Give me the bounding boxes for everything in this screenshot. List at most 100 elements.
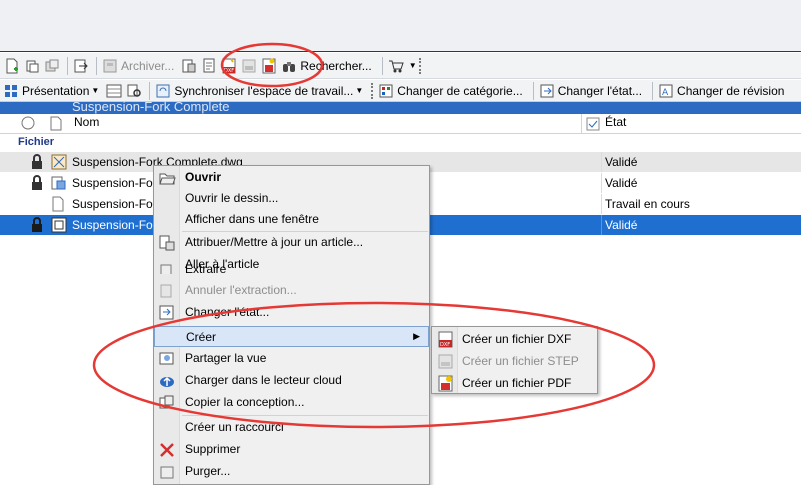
document-file-icon xyxy=(52,196,64,215)
undo-checkout-icon xyxy=(158,282,176,300)
create-dxf-icon[interactable]: DXF xyxy=(220,57,238,75)
menu-item-assign-item[interactable]: Attribuer/Mettre à jour un article... xyxy=(154,232,429,253)
cloud-upload-icon xyxy=(158,372,176,390)
create-pdf-icon[interactable] xyxy=(260,57,278,75)
delete-icon xyxy=(158,441,176,459)
column-divider xyxy=(581,114,582,134)
toolbar-separator xyxy=(67,56,68,75)
file-type-column-icon[interactable] xyxy=(50,116,62,134)
change-state-button[interactable]: Changer l'état... xyxy=(558,84,642,98)
presentation-dropdown[interactable]: Présentation ▼ xyxy=(22,84,99,98)
change-category-button[interactable]: Changer de catégorie... xyxy=(397,84,522,98)
menu-item-label: Charger dans le lecteur cloud xyxy=(185,373,342,387)
menu-item-label: Créer un raccourci xyxy=(185,420,284,434)
move-icon[interactable] xyxy=(72,57,90,75)
open-folder-icon xyxy=(158,169,176,187)
row-state: Validé xyxy=(605,176,638,190)
sync-workspace-icon xyxy=(154,82,172,100)
column-divider xyxy=(601,215,602,235)
lock-icon xyxy=(30,217,44,236)
menu-item-open-drawing[interactable]: Ouvrir le dessin... xyxy=(154,188,429,209)
column-header-row: Nom État xyxy=(0,114,801,134)
menu-item-label: Partager la vue xyxy=(185,351,267,365)
new-file-icon[interactable] xyxy=(3,57,21,75)
chevron-down-icon[interactable]: ▼ xyxy=(409,61,417,70)
svg-text:DXF: DXF xyxy=(224,68,234,74)
presentation-label: Présentation xyxy=(22,83,90,98)
chevron-down-icon: ▼ xyxy=(91,86,100,95)
menu-item-share-view[interactable]: Partager la vue xyxy=(154,348,429,369)
menu-item-upload-cloud[interactable]: Charger dans le lecteur cloud xyxy=(154,370,429,391)
menu-item-label: Changer l'état... xyxy=(185,305,270,319)
dwg-file-icon xyxy=(51,154,67,173)
change-revision-button[interactable]: Changer de révision xyxy=(677,84,784,98)
purge-icon xyxy=(158,463,176,481)
file-report-icon[interactable] xyxy=(200,57,218,75)
pdf-file-icon xyxy=(437,375,455,393)
shopping-cart-icon[interactable] xyxy=(387,57,405,75)
window-top-area xyxy=(0,0,801,52)
row-name: Suspension-Fork xyxy=(72,176,163,190)
column-divider xyxy=(601,194,602,214)
menu-separator xyxy=(182,415,428,416)
menu-item-show-in-window[interactable]: Afficher dans une fenêtre xyxy=(154,209,429,230)
drawing-file-icon xyxy=(51,217,67,236)
lock-icon xyxy=(30,175,44,194)
menu-item-create[interactable]: Créer ▶ xyxy=(154,326,429,347)
binoculars-icon[interactable] xyxy=(280,57,298,75)
menu-item-purge[interactable]: Purger... xyxy=(154,461,429,482)
status-column-icon[interactable] xyxy=(21,116,35,133)
lock-icon xyxy=(30,154,44,173)
menu-item-delete[interactable]: Supprimer xyxy=(154,439,429,460)
submenu-item-label: Créer un fichier STEP xyxy=(462,354,579,368)
submenu-item-label: Créer un fichier PDF xyxy=(462,376,572,390)
refresh-search-icon[interactable] xyxy=(125,82,143,100)
share-view-icon xyxy=(158,350,176,368)
menu-item-change-state[interactable]: Changer l'état... xyxy=(154,302,429,323)
checkout-icon xyxy=(158,262,176,274)
search-button[interactable]: Rechercher... xyxy=(300,59,371,73)
menu-item-label: Annuler l'extraction... xyxy=(185,283,297,297)
archive-button[interactable]: Archiver... xyxy=(121,59,174,73)
toolbar-grip-icon[interactable] xyxy=(418,57,425,74)
change-state-icon xyxy=(538,82,556,100)
new-folder-icon[interactable] xyxy=(23,57,41,75)
menu-item-checkout[interactable]: Extraire xyxy=(154,260,429,274)
dxf-file-icon: DXF xyxy=(437,331,455,349)
menu-item-open[interactable]: Ouvrir xyxy=(154,167,429,188)
menu-item-create-shortcut[interactable]: Créer un raccourci xyxy=(154,417,429,438)
table-view-icon[interactable] xyxy=(105,82,123,100)
copy-design-icon[interactable] xyxy=(43,57,61,75)
file-copy-icon[interactable] xyxy=(180,57,198,75)
change-state-icon xyxy=(158,304,176,322)
submenu-item-create-dxf[interactable]: DXF Créer un fichier DXF xyxy=(432,329,597,350)
create-submenu: DXF Créer un fichier DXF Créer un fichie… xyxy=(431,326,598,394)
column-state[interactable]: État xyxy=(605,115,626,129)
menu-item-label: Ouvrir le dessin... xyxy=(185,191,279,205)
menu-item-label: Créer xyxy=(186,330,217,344)
submenu-item-create-pdf[interactable]: Créer un fichier PDF xyxy=(432,373,597,394)
step-file-icon xyxy=(437,353,455,371)
state-column-icon xyxy=(586,117,600,134)
menu-item-label: Supprimer xyxy=(185,442,241,456)
row-state: Validé xyxy=(605,218,638,232)
row-name: Suspension-Fork xyxy=(72,218,163,232)
menu-item-label: Copier la conception... xyxy=(185,395,305,409)
submenu-item-label: Créer un fichier DXF xyxy=(462,332,572,346)
column-name[interactable]: Nom xyxy=(74,115,99,129)
submenu-arrow-icon: ▶ xyxy=(413,331,420,341)
sync-workspace-dropdown[interactable]: Synchroniser l'espace de travail... ▼ xyxy=(174,84,363,98)
toolbar-separator xyxy=(652,81,654,100)
column-divider xyxy=(601,152,602,172)
archive-icon[interactable] xyxy=(101,57,119,75)
svg-text:DXF: DXF xyxy=(440,342,450,348)
toolbar-separator xyxy=(96,56,97,75)
menu-item-copy-design[interactable]: Copier la conception... xyxy=(154,392,429,413)
submenu-item-create-step[interactable]: Créer un fichier STEP xyxy=(432,351,597,372)
column-divider xyxy=(601,173,602,193)
row-state: Validé xyxy=(605,155,638,169)
menu-item-undo-checkout[interactable]: Annuler l'extraction... xyxy=(154,280,429,301)
create-step-icon[interactable] xyxy=(240,57,258,75)
menu-item-label: Afficher dans une fenêtre xyxy=(185,212,319,226)
toolbar-separator xyxy=(532,81,534,100)
